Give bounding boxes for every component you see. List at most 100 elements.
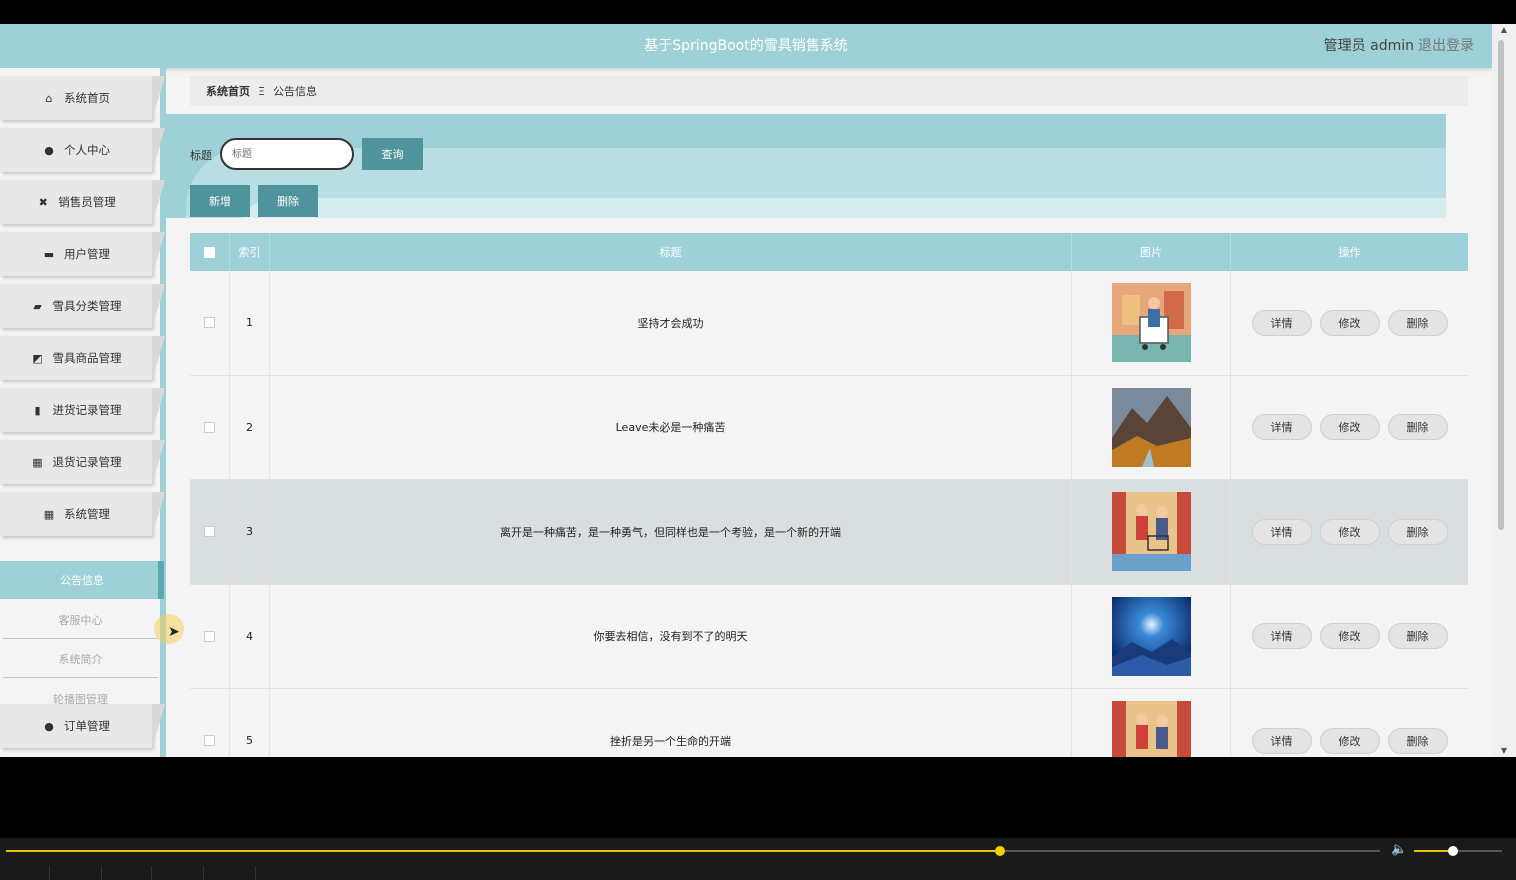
logout-link[interactable]: 退出登录 [1418, 35, 1474, 55]
row-checkbox[interactable] [204, 526, 215, 538]
sidebar: ⌂ 系统首页 ● 个人中心 ✖ 销售员管理 ▬ 用户管理 ▰ 雪具分类管理 ◩ 雪具商品管理… [0, 68, 166, 757]
header-actions: 操作 [1338, 246, 1361, 259]
edit-button[interactable]: 修改 [1319, 414, 1380, 441]
chart-icon: ◩ [32, 351, 43, 365]
row-image[interactable] [1111, 701, 1191, 757]
row-title: 坚持才会成功 [270, 271, 1072, 375]
row-image[interactable] [1111, 387, 1191, 467]
row-image[interactable] [1111, 283, 1191, 363]
user-icon: ● [44, 719, 54, 733]
seek-handle[interactable] [995, 846, 1005, 856]
current-user: 管理员 admin [1323, 38, 1414, 54]
page-scrollbar[interactable]: ▲ ▼ [1492, 24, 1516, 757]
volume-handle[interactable] [1448, 846, 1458, 856]
mouse-cursor-highlight: ➤ [154, 614, 184, 644]
sidebar-item-returns[interactable]: ▦ 退货记录管理 [0, 440, 165, 484]
sidebar-subitem-intro[interactable]: 系统简介 [3, 640, 158, 678]
home-icon: ⌂ [45, 91, 53, 105]
delete-button[interactable]: 删除 [1387, 727, 1448, 754]
add-button[interactable]: 新增 [190, 185, 250, 217]
sidebar-item-orders[interactable]: ● 订单管理 [0, 704, 165, 748]
user-icon: ● [44, 143, 54, 157]
sidebar-item-system[interactable]: ▦ 系统管理 [0, 492, 165, 536]
delete-button[interactable]: 删除 [1387, 414, 1448, 441]
table-row: 3 离开是一种痛苦，是一种勇气，但同样也是一个考验，是一个新的开端 详情 修改 … [190, 480, 1468, 585]
table-row: 2 Leave未必是一种痛苦 详情 修改 删除 [190, 375, 1468, 480]
row-index: 5 [230, 689, 270, 757]
sidebar-subitem-notice[interactable]: 公告信息 [0, 561, 164, 599]
row-checkbox[interactable] [204, 421, 215, 433]
search-label: 标题 [190, 149, 212, 162]
row-title: 离开是一种痛苦，是一种勇气，但同样也是一个考验，是一个新的开端 [270, 480, 1072, 584]
edit-button[interactable]: 修改 [1319, 518, 1380, 545]
sidebar-item-home[interactable]: ⌂ 系统首页 [0, 76, 165, 120]
grid-icon: ▦ [43, 507, 55, 521]
row-index: 4 [230, 584, 270, 688]
sidebar-item-salesperson[interactable]: ✖ 销售员管理 [0, 180, 165, 224]
control-slot [0, 866, 50, 880]
sidebar-item-purchase[interactable]: ▮ 进货记录管理 [0, 388, 165, 432]
row-title: 你要去相信，没有到不了的明天 [270, 584, 1072, 688]
app-title: 基于SpringBoot的雪具销售系统 [644, 38, 848, 54]
row-image[interactable] [1111, 596, 1191, 676]
sidebar-item-profile[interactable]: ● 个人中心 [0, 128, 165, 172]
query-button[interactable]: 查询 [362, 138, 423, 170]
search-input[interactable] [220, 138, 354, 170]
grid-icon: ▦ [32, 455, 43, 469]
edit-button[interactable]: 修改 [1319, 623, 1380, 650]
table-row: 1 坚持才会成功 详情 修改 删除 [190, 271, 1468, 376]
detail-button[interactable]: 详情 [1251, 623, 1312, 650]
scrollbar-thumb[interactable] [1498, 40, 1504, 530]
video-controls: 🔈 [0, 838, 1516, 880]
header-title: 标题 [270, 233, 1072, 271]
detail-button[interactable]: 详情 [1251, 414, 1312, 441]
row-checkbox[interactable] [204, 735, 215, 747]
row-index: 2 [230, 375, 270, 479]
control-slot [204, 866, 256, 880]
search-panel: 标题 查询 新增 删除 [166, 114, 1446, 218]
delete-button[interactable]: 删除 [1387, 623, 1448, 650]
select-all-checkbox[interactable] [204, 246, 215, 258]
row-checkbox[interactable] [204, 630, 215, 642]
chat-icon: ▬ [43, 247, 55, 261]
sidebar-item-users[interactable]: ▬ 用户管理 [0, 232, 165, 276]
header-index: 索引 [230, 233, 270, 271]
detail-button[interactable]: 详情 [1251, 727, 1312, 754]
row-index: 1 [230, 271, 270, 375]
breadcrumb-separator: Ξ [258, 84, 265, 98]
ticket-icon: ✖ [38, 195, 48, 209]
breadcrumb-current: 公告信息 [272, 85, 317, 98]
control-slot [152, 866, 204, 880]
sidebar-item-category[interactable]: ▰ 雪具分类管理 [0, 284, 165, 328]
briefcase-icon: ▰ [33, 299, 42, 313]
table-row: 4 你要去相信，没有到不了的明天 详情 修改 删除 [190, 584, 1468, 689]
sidebar-subitem-service[interactable]: 客服中心 [3, 601, 158, 639]
table-row: 5 挫折是另一个生命的开端 详情 修改 删除 [190, 689, 1468, 757]
control-slot [50, 866, 102, 880]
header-image: 图片 [1072, 233, 1231, 271]
row-checkbox[interactable] [204, 317, 215, 329]
row-index: 3 [230, 480, 270, 584]
row-title: 挫折是另一个生命的开端 [270, 689, 1072, 757]
row-image[interactable] [1111, 492, 1191, 572]
breadcrumb-home[interactable]: 系统首页 [206, 83, 250, 99]
sidebar-item-products[interactable]: ◩ 雪具商品管理 [0, 336, 165, 380]
batch-delete-button[interactable]: 删除 [258, 185, 318, 217]
breadcrumb: 系统首页 Ξ 公告信息 [190, 76, 1468, 106]
table-header: 索引 标题 图片 操作 [190, 233, 1468, 271]
volume-icon[interactable]: 🔈 [1391, 842, 1407, 857]
delete-button[interactable]: 删除 [1387, 518, 1448, 545]
main-content: 系统首页 Ξ 公告信息 标题 查询 新增 删除 索引 标题 图片 操作 1 [166, 68, 1492, 757]
top-header: 基于SpringBoot的雪具销售系统 管理员 admin 退出登录 [0, 24, 1492, 68]
edit-button[interactable]: 修改 [1319, 309, 1380, 336]
seek-progress [6, 850, 1001, 852]
control-slot [102, 866, 152, 880]
edit-button[interactable]: 修改 [1319, 727, 1380, 754]
detail-button[interactable]: 详情 [1251, 518, 1312, 545]
delete-button[interactable]: 删除 [1387, 309, 1448, 336]
scroll-down-icon[interactable]: ▼ [1492, 745, 1516, 757]
scroll-up-icon[interactable]: ▲ [1492, 24, 1516, 36]
detail-button[interactable]: 详情 [1251, 309, 1312, 336]
notice-table: 索引 标题 图片 操作 1 坚持才会成功 详情 修改 删除 2 Leave未必是… [190, 233, 1468, 757]
app-window: 基于SpringBoot的雪具销售系统 管理员 admin 退出登录 ⌂ 系统首页… [0, 24, 1492, 757]
